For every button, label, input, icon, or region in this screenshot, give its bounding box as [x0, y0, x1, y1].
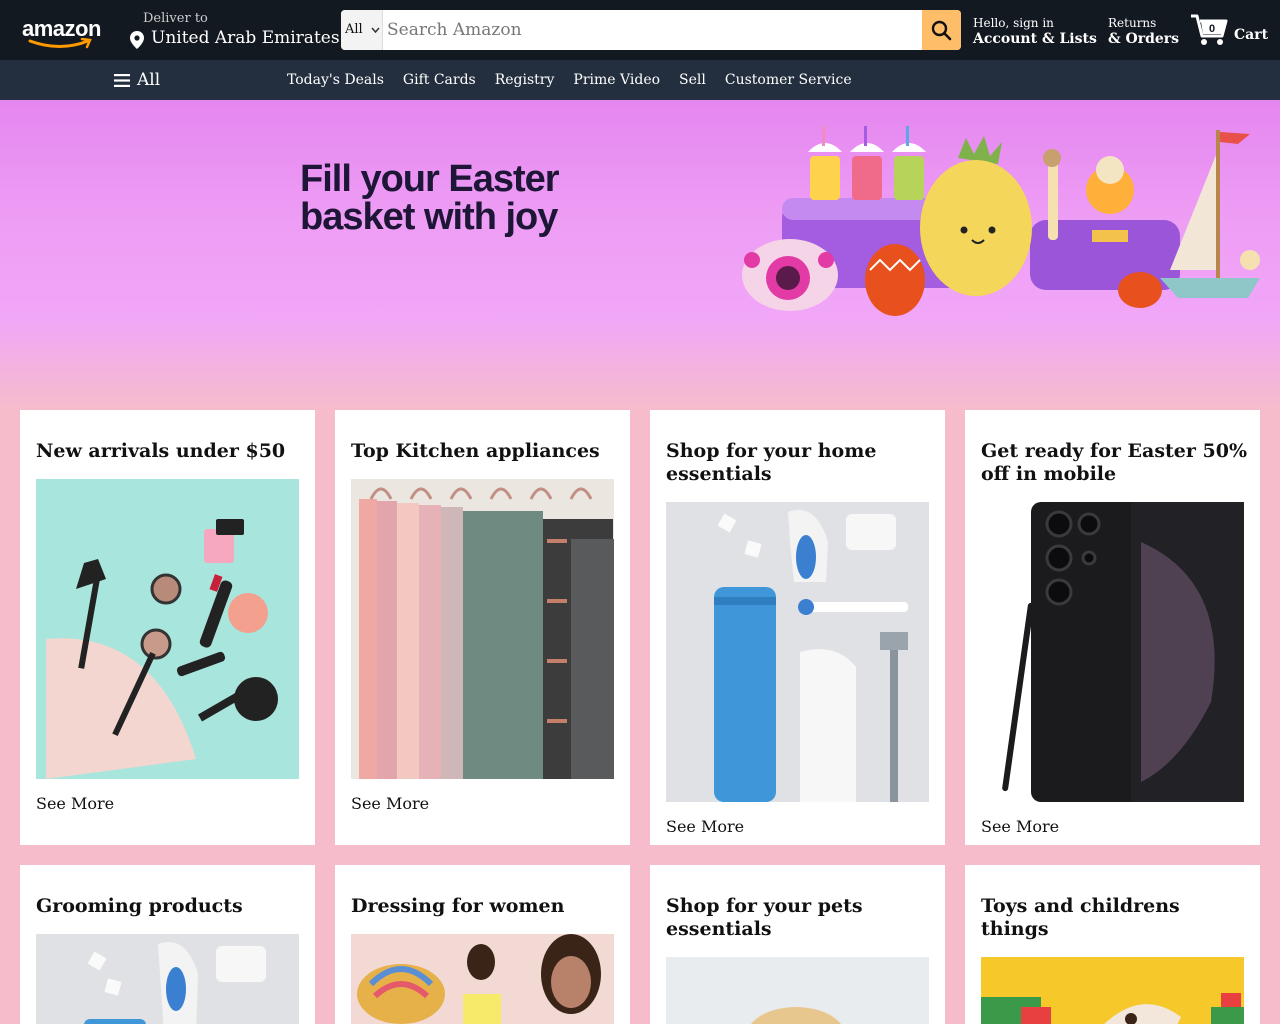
- search-bar: All: [341, 10, 961, 50]
- search-category-label: All: [345, 22, 363, 37]
- account-label: Account & Lists: [973, 31, 1097, 47]
- product-card-home-essentials[interactable]: Shop for your home essentials See More: [650, 410, 945, 845]
- see-more-link[interactable]: See More: [36, 794, 114, 813]
- toiletries-image: [666, 502, 929, 802]
- product-card-pet-essentials[interactable]: Shop for your pets essentials: [650, 865, 945, 1024]
- cart-icon: 0: [1191, 14, 1228, 45]
- nav-link-customer-service[interactable]: Customer Service: [725, 72, 852, 88]
- account-greeting: Hello, sign in: [973, 16, 1054, 30]
- product-card-grooming[interactable]: Grooming products: [20, 865, 315, 1024]
- card-title: Toys and childrens things: [981, 895, 1180, 940]
- returns-orders[interactable]: Returns & Orders: [1108, 16, 1179, 47]
- card-image-home-essentials[interactable]: [666, 502, 929, 802]
- search-button[interactable]: [922, 10, 961, 50]
- account-lists[interactable]: Hello, sign in Account & Lists: [973, 16, 1097, 47]
- card-title: Shop for your home essentials: [666, 440, 877, 485]
- cosmetics-image: [46, 519, 278, 779]
- product-card-kitchen-appliances[interactable]: Top Kitchen appliances See More: [335, 410, 630, 845]
- returns-label: Returns: [1108, 16, 1157, 30]
- nav-bar: All Today's Deals Gift Cards Registry Pr…: [0, 60, 1280, 100]
- nav-link-registry[interactable]: Registry: [495, 72, 555, 88]
- nav-link-sell[interactable]: Sell: [679, 72, 706, 88]
- nav-link-gift-cards[interactable]: Gift Cards: [403, 72, 476, 88]
- cart-label: Cart: [1234, 27, 1269, 43]
- search-icon: [931, 20, 952, 41]
- product-card-toys[interactable]: Toys and childrens things: [965, 865, 1260, 1024]
- see-more-link[interactable]: See More: [351, 794, 429, 813]
- deliver-location: United Arab Emirates: [151, 28, 340, 48]
- product-card-women-dresses[interactable]: Dressing for women: [335, 865, 630, 1024]
- card-image-kitchen[interactable]: [351, 479, 614, 779]
- top-header: amazon Deliver to United Arab Emirates A…: [0, 0, 1280, 60]
- all-menu-label: All: [137, 70, 161, 90]
- card-title: Shop for your pets essentials: [666, 895, 863, 940]
- deliver-label: Deliver to: [143, 11, 208, 26]
- card-image-toys[interactable]: [981, 957, 1244, 1024]
- card-title: Top Kitchen appliances: [351, 440, 600, 462]
- see-more-link[interactable]: See More: [666, 817, 744, 836]
- towels-image: [351, 479, 614, 779]
- nav-links: Today's Deals Gift Cards Registry Prime …: [287, 72, 852, 88]
- grooming-image: [84, 942, 266, 1024]
- location-pin-icon: [130, 31, 144, 49]
- smartphone-image: [1002, 502, 1244, 802]
- fashion-image: [351, 934, 614, 1024]
- easter-toys-image: [742, 126, 1260, 316]
- hero-headline-line1: Fill your Easter: [300, 158, 560, 200]
- product-card-mobile[interactable]: Get ready for Easter 50% off in mobile S…: [965, 410, 1260, 845]
- card-title: Grooming products: [36, 895, 243, 917]
- search-input[interactable]: [383, 10, 923, 50]
- toys-image: [981, 957, 1244, 1024]
- see-more-link[interactable]: See More: [981, 817, 1059, 836]
- cart-count: 0: [1209, 23, 1215, 35]
- logo-smile-icon: [28, 38, 92, 49]
- search-category-select[interactable]: All: [341, 10, 383, 50]
- cart-button[interactable]: 0 Cart: [1190, 10, 1270, 50]
- hero-headline: Fill your Easter basket with joy: [300, 160, 600, 236]
- card-title: Get ready for Easter 50% off in mobile: [981, 440, 1247, 485]
- pet-image: [666, 957, 929, 1024]
- chevron-down-icon: [371, 27, 380, 33]
- nav-link-prime-video[interactable]: Prime Video: [573, 72, 660, 88]
- card-image-women-dresses[interactable]: [351, 934, 614, 1024]
- product-card-new-arrivals[interactable]: New arrivals under $50 See More: [20, 410, 315, 845]
- card-title: Dressing for women: [351, 895, 565, 917]
- amazon-logo[interactable]: amazon: [22, 14, 106, 49]
- card-image-mobile[interactable]: [981, 502, 1244, 802]
- card-image-grooming[interactable]: [36, 934, 299, 1024]
- card-image-pet-essentials[interactable]: [666, 957, 929, 1024]
- orders-label: & Orders: [1108, 31, 1180, 47]
- card-title: New arrivals under $50: [36, 440, 286, 462]
- nav-link-todays-deals[interactable]: Today's Deals: [287, 72, 384, 88]
- hero-banner[interactable]: Fill your Easter basket with joy: [0, 100, 1280, 410]
- card-image-cosmetics[interactable]: [36, 479, 299, 779]
- hero-headline-line2: basket with joy: [300, 196, 558, 238]
- hamburger-icon: [114, 74, 130, 87]
